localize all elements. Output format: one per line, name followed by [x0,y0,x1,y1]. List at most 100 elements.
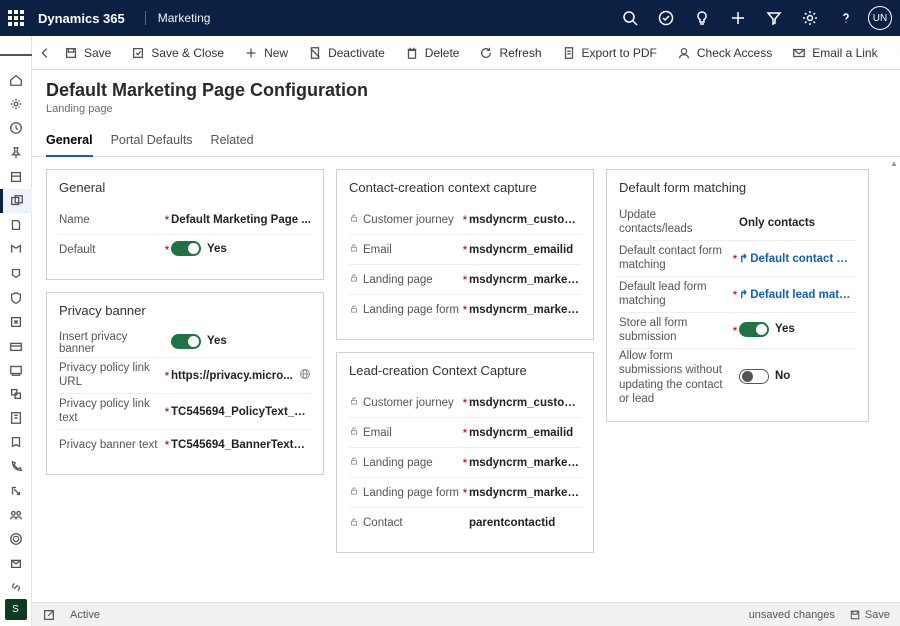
rail-item-20[interactable] [0,527,32,551]
field-label: Landing page [363,274,433,286]
field-label: Default [59,244,163,256]
rail-item-13[interactable] [0,358,32,382]
add-icon[interactable] [720,0,756,36]
update-contacts-leads-field[interactable]: Only contacts [739,217,856,229]
tab-general[interactable]: General [46,127,93,157]
lock-icon [349,486,359,499]
back-button[interactable] [38,39,52,67]
privacy-url-field[interactable]: https://privacy.micro... [171,370,295,382]
bulb-icon[interactable] [684,0,720,36]
insert-privacy-toggle[interactable]: Yes [171,334,311,352]
app-launcher-icon[interactable] [8,10,28,26]
rail-item-6[interactable] [0,189,32,213]
rail-recent-icon[interactable] [0,116,32,140]
sitemap-toggle[interactable] [0,42,32,68]
lock-icon [349,396,359,409]
lock-icon [349,273,359,286]
section-lead-capture: Lead-creation Context Capture Customer j… [336,352,594,553]
contact-cj-field[interactable]: msdyncrm_customerjo... [469,214,581,226]
globe-icon[interactable] [299,368,311,383]
rail-item-5[interactable] [0,165,32,189]
default-contact-matching-lookup[interactable]: ↱Default contact mat... [739,252,856,265]
form-header: Default Marketing Page Configuration Lan… [32,70,900,121]
rail-pinned-icon[interactable] [0,140,32,164]
required-indicator: * [163,438,171,452]
rail-item-11[interactable] [0,310,32,334]
vertical-scrollbar[interactable]: ▴ [888,157,900,602]
lead-email-field[interactable]: msdyncrm_emailid [469,427,581,439]
rail-item-16[interactable] [0,430,32,454]
section-title: General [59,180,311,195]
help-icon[interactable] [828,0,864,36]
field-label: Landing page form [363,487,459,499]
settings-icon[interactable] [792,0,828,36]
rail-item-15[interactable] [0,406,32,430]
privacy-link-text-field[interactable]: TC545694_PolicyText_Rng [171,406,311,418]
rail-arrow-icon[interactable] [0,479,32,503]
rail-item-7[interactable] [0,213,32,237]
rail-gear-icon[interactable] [0,92,32,116]
area-switcher[interactable]: S [5,599,27,619]
rail-item-9[interactable] [0,261,32,285]
user-avatar[interactable]: UN [868,6,892,30]
required-indicator: * [461,396,469,410]
required-indicator: * [461,213,469,227]
required-indicator: * [731,288,739,302]
lead-lpf-field[interactable]: msdyncrm_marketingf... [469,487,581,499]
name-field[interactable]: Default Marketing Page ... [171,214,311,226]
lead-cj-field[interactable]: msdyncrm_customerjo... [469,397,581,409]
section-contact-capture: Contact-creation context capture Custome… [336,169,594,340]
allow-without-update-toggle[interactable]: No [739,369,856,387]
rail-home-icon[interactable] [0,68,32,92]
task-icon[interactable] [648,0,684,36]
scroll-up-icon[interactable]: ▴ [888,157,900,169]
search-icon[interactable] [612,0,648,36]
rail-item-8[interactable] [0,237,32,261]
export-pdf-button[interactable]: Export to PDF [554,39,665,67]
rail-item-21[interactable] [0,551,32,575]
rail-phone-icon[interactable] [0,455,32,479]
required-indicator: * [163,243,171,257]
contact-lp-field[interactable]: msdyncrm_marketingp... [469,274,581,286]
contact-email-field[interactable]: msdyncrm_emailid [469,244,581,256]
rail-link-icon[interactable] [0,575,32,599]
flow-button[interactable]: Flow [890,39,900,67]
refresh-button[interactable]: Refresh [471,39,549,67]
tab-portal-defaults[interactable]: Portal Defaults [111,127,193,156]
rail-item-14[interactable] [0,382,32,406]
field-label: Privacy policy link text [59,398,163,426]
lead-lp-field[interactable]: msdyncrm_marketingp... [469,457,581,469]
contact-lpf-field[interactable]: msdyncrm_marketingf... [469,304,581,316]
required-indicator: * [461,456,469,470]
page-title: Default Marketing Page Configuration [46,80,886,101]
area-name[interactable]: Marketing [145,11,211,25]
default-lead-matching-lookup[interactable]: ↱Default lead matchi... [739,288,856,301]
privacy-banner-text-field[interactable]: TC545694_BannerText_TjO [171,439,311,451]
filter-icon[interactable] [756,0,792,36]
required-indicator: * [461,243,469,257]
lead-contact-field[interactable]: parentcontactid [469,517,581,529]
email-link-button[interactable]: Email a Link [784,39,885,67]
sitemap-rail: S [0,36,32,626]
form-tabs: General Portal Defaults Related [32,121,900,157]
check-access-button[interactable]: Check Access [669,39,780,67]
field-label: Email [363,427,392,439]
save-button[interactable]: Save [56,39,119,67]
rail-people-icon[interactable] [0,503,32,527]
delete-button[interactable]: Delete [397,39,468,67]
save-close-button[interactable]: Save & Close [123,39,232,67]
tab-related[interactable]: Related [211,127,254,156]
field-label: Landing page [363,457,433,469]
form-selector[interactable]: Landing page [46,103,886,115]
field-label: Name [59,214,163,226]
rail-item-12[interactable] [0,334,32,358]
brand[interactable]: Dynamics 365 [38,11,125,26]
new-button[interactable]: New [236,39,296,67]
default-toggle[interactable]: Yes [171,241,311,259]
popout-icon[interactable] [42,608,56,622]
deactivate-button[interactable]: Deactivate [300,39,393,67]
rail-shield-icon[interactable] [0,285,32,309]
store-all-submissions-toggle[interactable]: Yes [739,322,856,340]
field-label: Landing page form [363,304,459,316]
footer-save-button[interactable]: Save [849,609,890,621]
